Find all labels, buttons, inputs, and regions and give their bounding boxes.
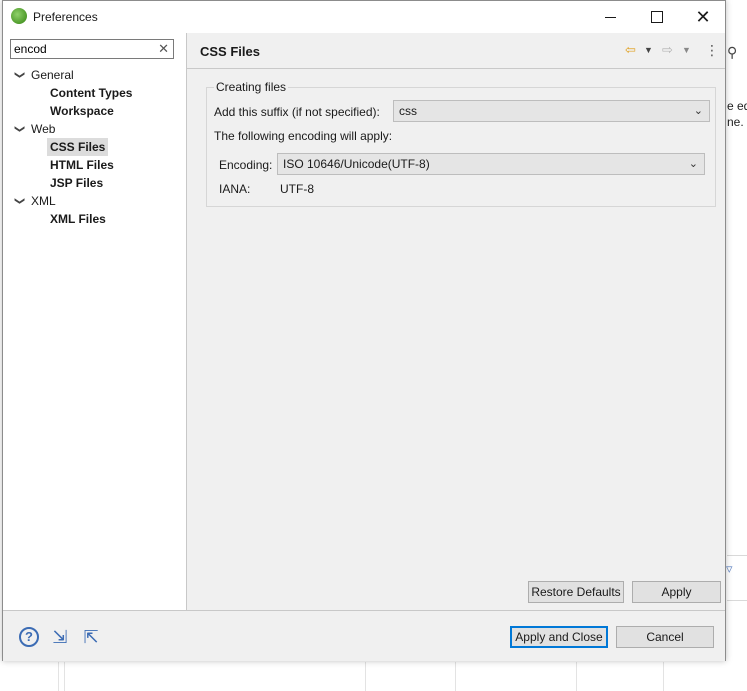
title-separator (187, 68, 725, 69)
encoding-label: Encoding: (219, 158, 273, 172)
suffix-label: Add this suffix (if not specified): (214, 105, 380, 119)
import-icon[interactable]: ⇲ (49, 626, 71, 648)
chevron-down-icon[interactable]: ❯ (10, 197, 28, 205)
app-icon (11, 8, 27, 24)
tree-item-label: CSS Files (47, 138, 109, 156)
help-icon[interactable]: ? (19, 627, 39, 647)
window-title: Preferences (33, 10, 98, 24)
dialog-footer: ? ⇲ ⇱ Apply and Close Cancel (3, 610, 725, 661)
suffix-select[interactable]: css ⌄ (393, 100, 710, 122)
forward-arrow-icon[interactable]: ⇨ (662, 42, 673, 58)
suffix-value: css (399, 104, 417, 118)
tree-item-web[interactable]: ❯ Web (3, 120, 186, 138)
cancel-button[interactable]: Cancel (616, 626, 714, 648)
tree-item-label: JSP Files (50, 176, 104, 190)
tree-item-general[interactable]: ❯ General (3, 66, 186, 84)
tree-item-label: XML (31, 194, 56, 208)
tree-item-html-files[interactable]: HTML Files (3, 156, 186, 174)
title-bar: Preferences ✕ (3, 1, 725, 33)
back-menu-chevron-icon[interactable]: ▼ (644, 45, 653, 55)
minimize-button[interactable] (587, 1, 633, 33)
group-label: Creating files (214, 80, 289, 94)
tree-item-label: General (31, 68, 74, 82)
preference-tree-pane: ✕ ❯ General Content Types Workspace ❯ We… (3, 33, 187, 610)
iana-value: UTF-8 (280, 182, 314, 196)
background-divider (727, 600, 747, 601)
tree-item-label: XML Files (50, 212, 106, 226)
maximize-button[interactable] (634, 1, 680, 33)
clear-filter-icon[interactable]: ✕ (158, 41, 169, 57)
chevron-down-icon: ⌄ (693, 105, 703, 117)
minimize-icon (604, 16, 616, 18)
apply-and-close-button[interactable]: Apply and Close (510, 626, 608, 648)
encoding-info: The following encoding will apply: (214, 129, 393, 143)
encoding-select[interactable]: ISO 10646/Unicode(UTF-8) ⌄ (277, 153, 705, 175)
background-filter-icon: ▿ (726, 561, 733, 576)
maximize-icon (651, 11, 663, 23)
close-button[interactable]: ✕ (680, 1, 726, 33)
tree-item-label: Workspace (50, 104, 114, 118)
iana-label: IANA: (219, 182, 251, 196)
export-icon[interactable]: ⇱ (80, 626, 102, 648)
chevron-down-icon[interactable]: ❯ (10, 71, 28, 79)
view-menu-icon[interactable]: ⋮ (705, 42, 719, 59)
tree-item-xml-files[interactable]: XML Files (3, 210, 186, 228)
forward-menu-chevron-icon[interactable]: ▼ (682, 45, 691, 55)
background-search-icon: ⚲ (727, 44, 738, 60)
background-text: ne. (727, 115, 744, 129)
restore-defaults-button[interactable]: Restore Defaults (528, 581, 624, 603)
tree-item-xml[interactable]: ❯ XML (3, 192, 186, 210)
tree-item-label: Web (31, 122, 56, 136)
tree-item-content-types[interactable]: Content Types (3, 84, 186, 102)
close-icon: ✕ (695, 6, 711, 27)
preferences-dialog: Preferences ✕ ✕ ❯ General Content Types … (2, 0, 726, 661)
apply-button[interactable]: Apply (632, 581, 721, 603)
encoding-value: ISO 10646/Unicode(UTF-8) (283, 157, 430, 171)
background-table (0, 662, 747, 691)
tree-item-jsp-files[interactable]: JSP Files (3, 174, 186, 192)
tree-item-css-files[interactable]: CSS Files (3, 138, 186, 156)
preference-page: CSS Files ⇦ ▼ ⇨ ▼ ⋮ Creating files Add t… (187, 33, 725, 610)
tree-item-label: HTML Files (50, 158, 114, 172)
back-arrow-icon[interactable]: ⇦ (625, 42, 636, 58)
chevron-down-icon[interactable]: ❯ (10, 125, 28, 133)
tree-item-label: Content Types (50, 86, 133, 100)
background-divider (727, 555, 747, 556)
background-text: e ed (727, 99, 747, 113)
filter-box: ✕ (10, 39, 174, 59)
filter-input[interactable] (14, 41, 154, 57)
chevron-down-icon: ⌄ (688, 158, 698, 170)
page-title: CSS Files (200, 44, 260, 59)
preference-tree: ❯ General Content Types Workspace ❯ Web … (3, 66, 186, 228)
tree-item-workspace[interactable]: Workspace (3, 102, 186, 120)
